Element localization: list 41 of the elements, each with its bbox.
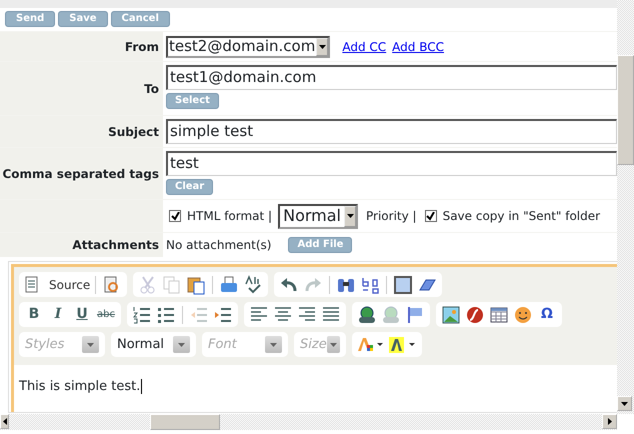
strikethrough-button[interactable]: abc (95, 304, 117, 324)
checkbox[interactable] (169, 210, 181, 222)
scroll-thumb[interactable] (150, 414, 220, 430)
select-all-button[interactable] (392, 274, 414, 294)
field-label: Subject (0, 116, 163, 147)
paste-button[interactable] (185, 274, 208, 294)
scroll-down-icon[interactable] (617, 396, 632, 411)
flash-button[interactable] (464, 304, 486, 324)
scroll-right-icon[interactable] (602, 414, 617, 429)
editor-text[interactable]: This is simple test. (19, 379, 142, 394)
to-field[interactable]: test1@domain.com (166, 65, 617, 90)
add-cc-link[interactable]: Add CC (342, 38, 386, 56)
priority-label: Priority | (366, 208, 417, 225)
field-label: From (0, 32, 163, 61)
field-label: Attachments (0, 233, 163, 257)
image-button[interactable] (440, 304, 462, 324)
scroll-thumb[interactable] (617, 55, 634, 165)
vertical-scrollbar[interactable] (617, 0, 634, 414)
field-label: Comma separated tags (0, 148, 163, 199)
horizontal-scrollbar[interactable] (0, 414, 617, 430)
subject-field[interactable]: simple test (166, 119, 617, 144)
priority-select[interactable]: Normal (278, 204, 358, 228)
table-button[interactable] (488, 304, 510, 324)
scroll-left-icon[interactable] (0, 414, 9, 429)
background-color-button[interactable] (388, 334, 418, 354)
field-label: To (0, 62, 163, 115)
italic-button[interactable]: I (47, 304, 69, 324)
checkbox-label: Save copy in "Sent" folder (442, 208, 600, 225)
bold-button[interactable]: B (23, 304, 45, 324)
link-button[interactable] (356, 304, 378, 324)
checkbox[interactable] (424, 210, 437, 222)
format-combo[interactable]: Normal (111, 332, 196, 357)
special-character-button[interactable]: Ω (536, 304, 558, 324)
attachment-status: No attachment(s) (166, 237, 272, 254)
numbered-list-button[interactable] (131, 304, 153, 324)
add-bcc-link[interactable]: Add BCC (392, 38, 444, 56)
underline-button[interactable]: U (71, 304, 93, 324)
checkbox-label: HTML format | (187, 208, 272, 225)
smiley-button[interactable] (512, 304, 534, 324)
tags-field[interactable]: test (166, 151, 617, 176)
from-select[interactable]: test2@domain.com (166, 36, 330, 58)
